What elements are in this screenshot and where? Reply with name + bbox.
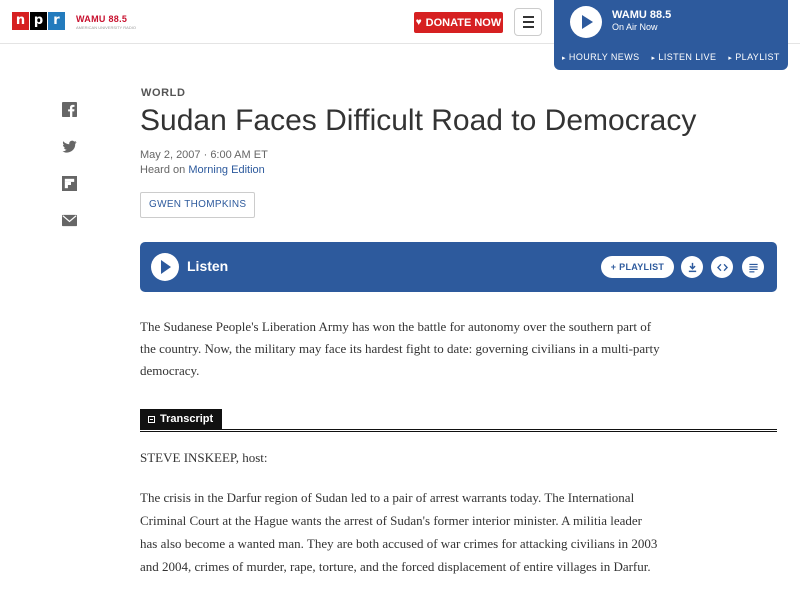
program-link[interactable]: Morning Edition	[188, 164, 264, 176]
transcript-tab-icon	[148, 415, 155, 423]
donate-label: DONATE NOW	[425, 16, 502, 29]
menu-button[interactable]	[514, 8, 542, 36]
article-summary: The Sudanese People's Liberation Army ha…	[140, 319, 660, 378]
player-status: On Air Now	[612, 22, 658, 32]
station-logo-text: WAMU 88.5	[76, 14, 128, 24]
audio-player-bar: Listen + PLAYLIST	[140, 242, 777, 292]
article-date: May 2, 2007 · 6:00 AM ET	[140, 149, 268, 161]
player-links: HOURLY NEWS LISTEN LIVE PLAYLIST	[562, 52, 780, 62]
live-player-panel: WAMU 88.5 On Air Now HOURLY NEWS LISTEN …	[554, 0, 788, 70]
heart-icon: ♥	[415, 17, 422, 28]
heard-on-prefix: Heard on	[140, 164, 189, 176]
live-play-button[interactable]	[570, 6, 602, 38]
player-station: WAMU 88.5	[612, 9, 672, 21]
donate-button[interactable]: ♥ DONATE NOW	[414, 12, 503, 33]
byline-link[interactable]: GWEN THOMPKINS	[140, 192, 256, 218]
plus-icon: +	[610, 262, 620, 272]
embed-button[interactable]	[711, 256, 733, 278]
npr-logo[interactable]: n p r	[12, 12, 65, 30]
logo-letter-p: p	[30, 12, 47, 30]
transcript-tab: Transcript	[140, 409, 223, 429]
download-button[interactable]	[681, 256, 703, 278]
facebook-icon[interactable]	[62, 102, 77, 117]
add-to-playlist-button[interactable]: + PLAYLIST	[601, 256, 674, 278]
article-title: Sudan Faces Difficult Road to Democracy	[140, 104, 697, 137]
share-tools	[62, 102, 78, 228]
transcript-paragraph: The crisis in the Darfur region of Sudan…	[140, 490, 658, 574]
hourly-news-link[interactable]: HOURLY NEWS	[562, 52, 640, 62]
playlist-label: PLAYLIST	[619, 262, 665, 272]
transcript-icon	[748, 263, 758, 272]
twitter-icon[interactable]	[62, 139, 77, 154]
heard-on-line: Heard on Morning Edition	[140, 164, 265, 176]
transcript-speaker: STEVE INSKEEP, host:	[140, 450, 268, 465]
station-logo-subtext: AMERICAN UNIVERSITY RADIO	[76, 25, 136, 30]
email-icon[interactable]	[62, 213, 77, 228]
playlist-link[interactable]: PLAYLIST	[728, 52, 779, 62]
embed-icon	[716, 263, 728, 271]
section-label[interactable]: WORLD	[141, 87, 186, 99]
listen-play-button[interactable]	[151, 253, 179, 281]
transcript-button[interactable]	[742, 256, 764, 278]
station-logo[interactable]: WAMU 88.5 AMERICAN UNIVERSITY RADIO	[76, 14, 136, 30]
logo-letter-r: r	[48, 12, 65, 30]
flipboard-icon[interactable]	[62, 176, 77, 191]
listen-label[interactable]: Listen	[187, 258, 228, 274]
download-icon	[688, 262, 696, 272]
logo-letter-n: n	[12, 12, 29, 30]
transcript-divider	[140, 429, 777, 430]
menu-icon	[522, 16, 534, 18]
transcript-label: Transcript	[160, 412, 214, 425]
listen-live-link[interactable]: LISTEN LIVE	[652, 52, 717, 62]
transcript-divider-thin	[140, 431, 777, 432]
